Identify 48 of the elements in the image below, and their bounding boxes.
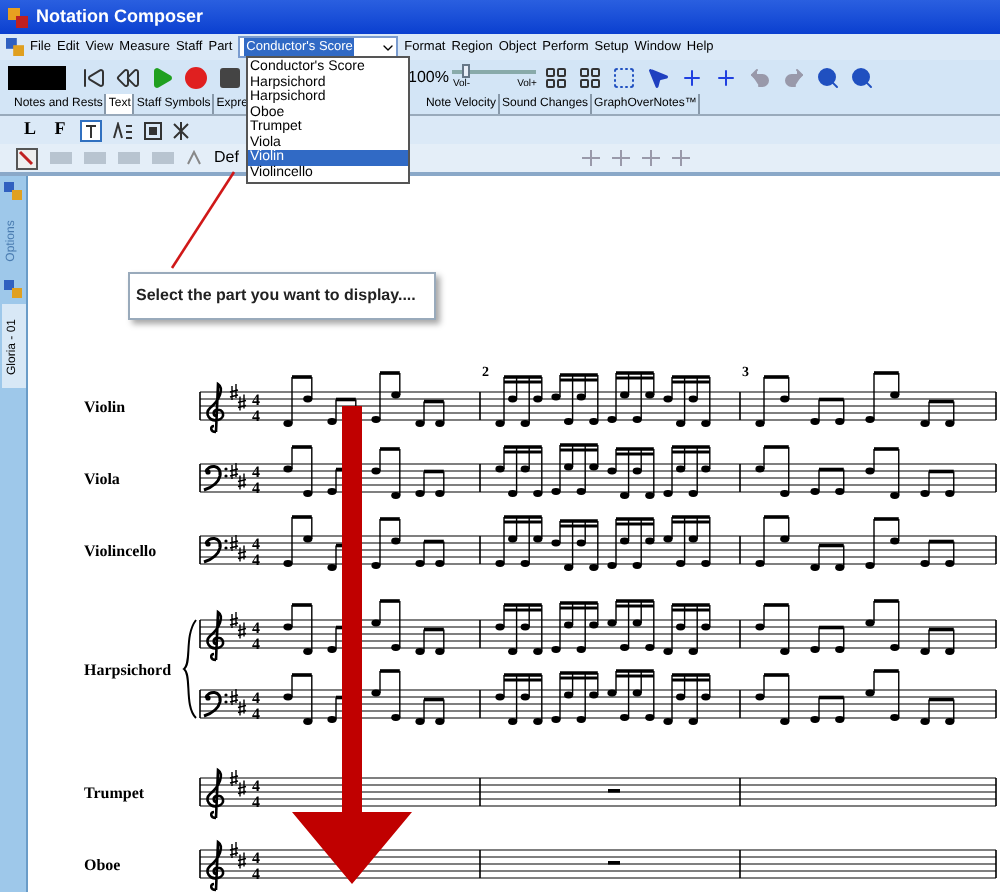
time-signature: 4 bbox=[252, 865, 260, 883]
instrument-label: Violin bbox=[84, 398, 126, 416]
text-tool[interactable]: L bbox=[20, 116, 40, 144]
time-signature: 4 bbox=[252, 849, 260, 867]
skip-back-icon[interactable] bbox=[78, 63, 108, 91]
instrument-label: Harpsichord bbox=[84, 661, 172, 679]
stop-icon[interactable] bbox=[214, 63, 244, 91]
layout-icon[interactable] bbox=[16, 147, 38, 169]
text-tool[interactable]: F bbox=[50, 116, 70, 144]
record-icon[interactable] bbox=[180, 63, 210, 91]
time-signature: 4 bbox=[252, 635, 260, 653]
app-icon bbox=[6, 38, 24, 56]
zoom-level: 100% bbox=[408, 65, 449, 89]
callout: Select the part you want to display.... bbox=[128, 272, 436, 320]
time-signature: 4 bbox=[252, 407, 260, 425]
frame-icon[interactable] bbox=[144, 121, 162, 139]
text-box-icon[interactable] bbox=[80, 119, 102, 141]
time-signature: 4 bbox=[252, 777, 260, 795]
time-signature: 4 bbox=[252, 535, 260, 553]
time-signature: 4 bbox=[252, 551, 260, 569]
instrument-label: Violincello bbox=[84, 542, 157, 560]
time-signature: 4 bbox=[252, 479, 260, 497]
time-display bbox=[8, 65, 66, 89]
time-signature: 4 bbox=[252, 689, 260, 707]
grid-icon[interactable] bbox=[540, 63, 571, 91]
slider-thumb[interactable] bbox=[462, 64, 471, 78]
volume-slider[interactable] bbox=[452, 64, 537, 78]
time-signature: 4 bbox=[252, 463, 260, 481]
time-signature: 4 bbox=[252, 705, 260, 723]
symbol-icon[interactable] bbox=[172, 121, 190, 139]
time-signature: 4 bbox=[252, 391, 260, 409]
time-signature: 4 bbox=[252, 793, 260, 811]
app-icon bbox=[8, 7, 28, 27]
instrument-label: Trumpet bbox=[84, 784, 145, 802]
time-signature: 4 bbox=[252, 619, 260, 637]
window-title: Notation Composer bbox=[36, 3, 204, 30]
app-icon bbox=[4, 280, 22, 298]
grid-icon[interactable] bbox=[574, 63, 605, 91]
instrument-label: Viola bbox=[84, 470, 120, 488]
zoom-out-icon[interactable] bbox=[846, 63, 877, 91]
rewind-icon[interactable] bbox=[112, 63, 142, 91]
text-style-icon[interactable] bbox=[112, 121, 134, 139]
selection-icon[interactable] bbox=[608, 63, 639, 91]
default-label[interactable]: Def bbox=[214, 146, 239, 170]
app-icon bbox=[4, 182, 22, 200]
zoom-in-icon[interactable] bbox=[812, 63, 843, 91]
brace-icon bbox=[183, 619, 197, 719]
instrument-label: Oboe bbox=[84, 856, 121, 874]
